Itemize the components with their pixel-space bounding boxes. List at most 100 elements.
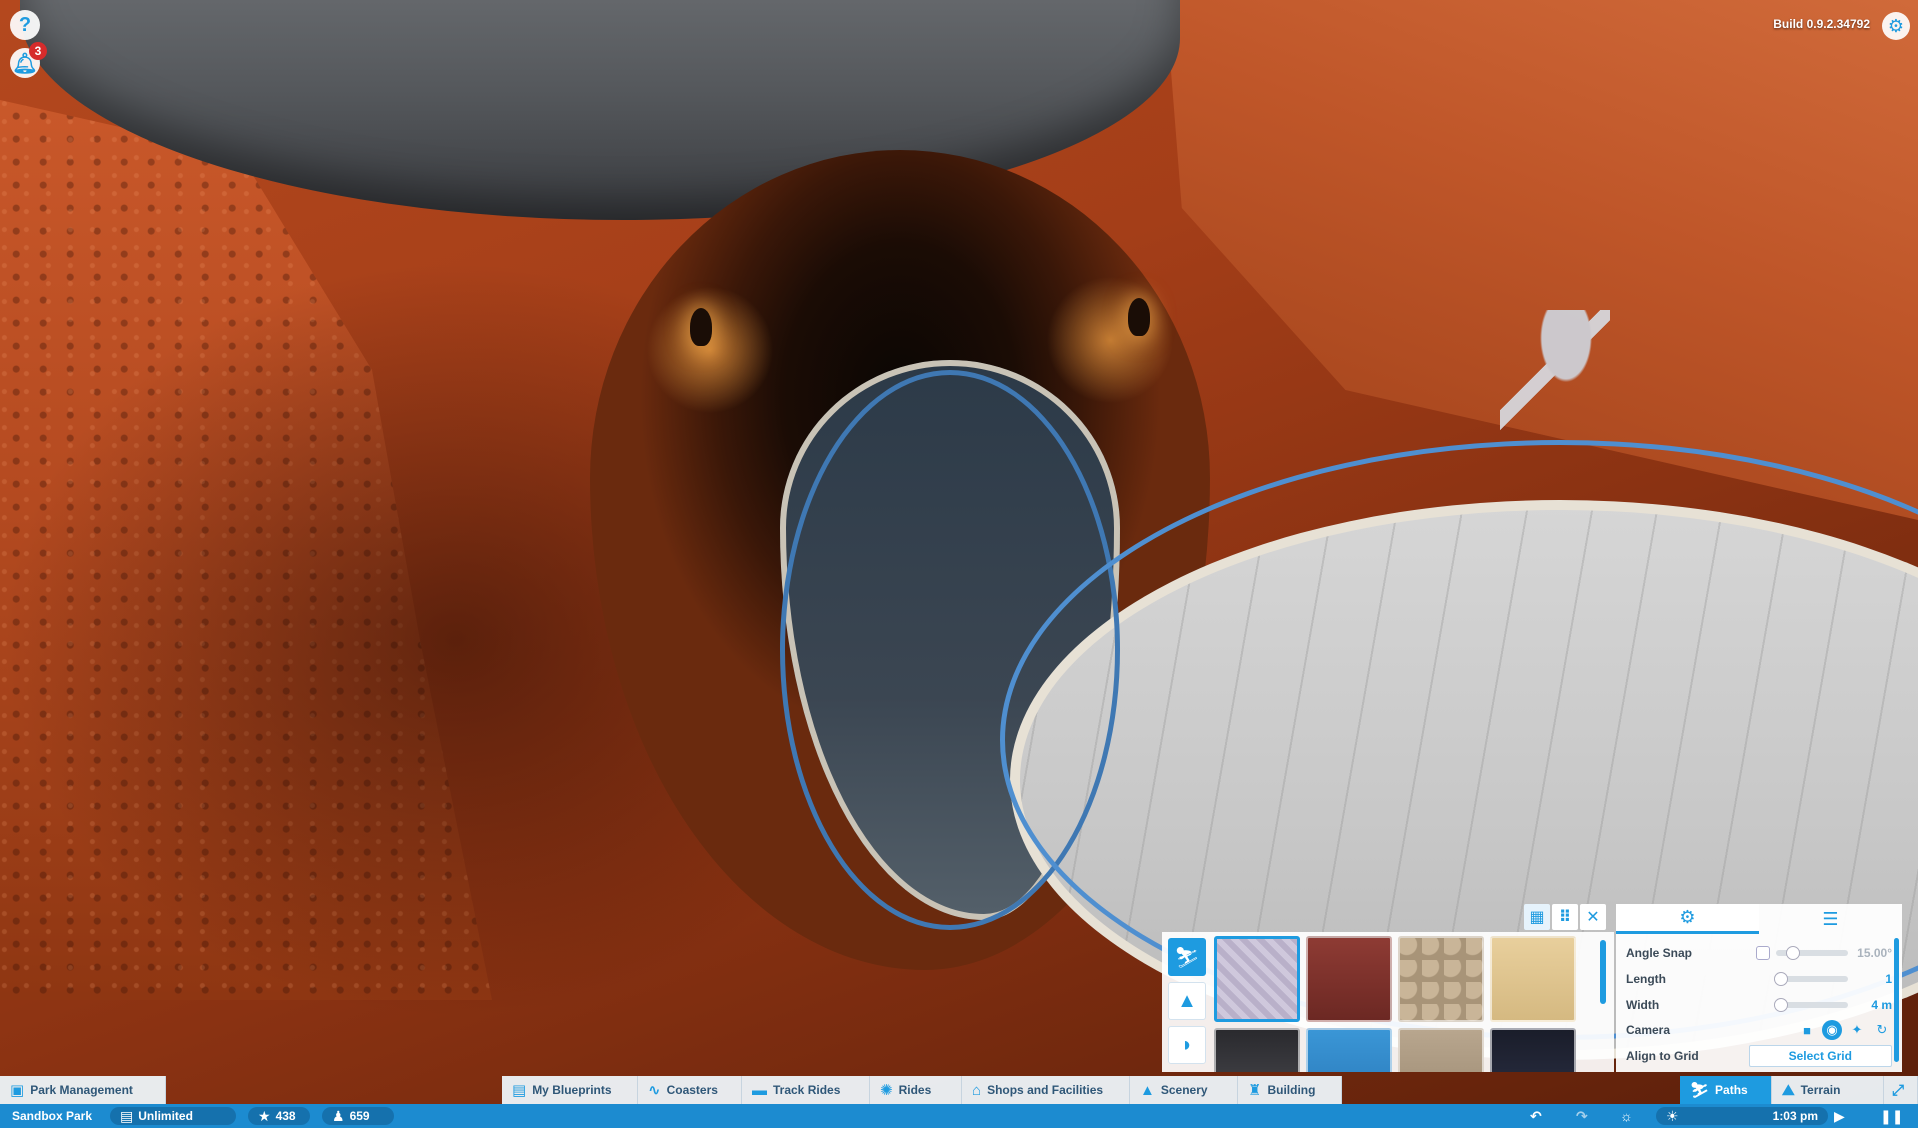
camera-row: Camera ■ ◉ ✦ ↻ xyxy=(1626,1019,1892,1041)
park-management-label: Park Management xyxy=(30,1083,133,1097)
settings-scrollbar[interactable] xyxy=(1894,938,1899,1062)
swatch-scrollbar[interactable] xyxy=(1600,940,1606,1004)
clipboard-icon: ▣ xyxy=(10,1082,25,1099)
rides-button[interactable]: ✺ Rides xyxy=(870,1076,962,1104)
day-night-toggle[interactable]: ☼ xyxy=(1620,1104,1633,1128)
path-walker-icon: ⛷ xyxy=(1690,1082,1710,1099)
train-icon: ▬ xyxy=(752,1081,767,1099)
mountain-icon: ⛰ xyxy=(1782,1081,1795,1099)
gear-icon: ⚙ xyxy=(1679,907,1696,927)
question-mark-icon: ? xyxy=(18,13,32,36)
pause-button[interactable]: ❚❚ xyxy=(1880,1104,1903,1128)
terrain-button[interactable]: ⛰ Terrain xyxy=(1772,1076,1884,1104)
camera-label: Camera xyxy=(1626,1023,1671,1037)
grid-large-icon: ▦ xyxy=(1529,909,1545,926)
tab-list[interactable]: ☰ xyxy=(1759,904,1902,934)
length-slider[interactable] xyxy=(1774,972,1848,986)
tab-settings[interactable]: ⚙ xyxy=(1616,904,1759,934)
category-paths-button[interactable]: ⛷ xyxy=(1168,938,1206,976)
swatch-lavender-tile[interactable] xyxy=(1214,936,1300,1022)
swatch-blue-water[interactable] xyxy=(1306,1028,1392,1072)
staff-path-icon: ◗ xyxy=(1180,1033,1194,1056)
slider-knob[interactable] xyxy=(1774,972,1788,986)
small-grid-view-button[interactable]: ⠿ xyxy=(1552,904,1578,930)
swatch-cobblestone[interactable] xyxy=(1398,936,1484,1022)
torch-left xyxy=(690,308,712,346)
track-rides-label: Track Rides xyxy=(773,1083,841,1097)
coasters-button[interactable]: ∿ Coasters xyxy=(638,1076,742,1104)
path-walker-icon: ⛷ xyxy=(1174,946,1200,969)
category-staff-path-button[interactable]: ◗ xyxy=(1168,1026,1206,1064)
slider-knob[interactable] xyxy=(1786,946,1800,960)
terrain-label: Terrain xyxy=(1800,1083,1841,1097)
close-panel-button[interactable]: ✕ xyxy=(1580,904,1606,930)
swatch-tan-stone[interactable] xyxy=(1398,1028,1484,1072)
swatch-dark-asphalt[interactable] xyxy=(1214,1028,1300,1072)
sun-moon-icon: ☼ xyxy=(1620,1108,1633,1124)
width-value: 4 m xyxy=(1871,998,1892,1012)
align-grid-label: Align to Grid xyxy=(1626,1049,1699,1063)
scenery-button[interactable]: ▲ Scenery xyxy=(1130,1076,1238,1104)
pause-icon: ❚❚ xyxy=(1880,1107,1904,1124)
play-icon: ▶ xyxy=(1834,1107,1845,1124)
select-grid-button[interactable]: Select Grid xyxy=(1748,1045,1892,1067)
notification-count-badge: 3 xyxy=(29,42,47,60)
settings-button[interactable]: ⚙ xyxy=(1882,12,1910,40)
my-blueprints-button[interactable]: ▤ My Blueprints xyxy=(502,1076,638,1104)
guest-count-display[interactable]: ♟ 659 xyxy=(322,1107,394,1125)
camera-free-icon[interactable]: ✦ xyxy=(1847,1020,1867,1040)
angle-snap-label: Angle Snap xyxy=(1626,946,1693,960)
park-management-button[interactable]: ▣ Park Management xyxy=(0,1076,166,1104)
building-button[interactable]: ♜ Building xyxy=(1238,1076,1342,1104)
swatch-sand[interactable] xyxy=(1490,936,1576,1022)
park-name-label: Sandbox Park xyxy=(12,1109,93,1123)
tree-icon: ▲ xyxy=(1177,989,1197,1012)
rides-label: Rides xyxy=(898,1083,932,1097)
paths-button[interactable]: ⛷ Paths xyxy=(1680,1076,1772,1104)
building-label: Building xyxy=(1267,1083,1316,1097)
swatch-space-dark[interactable] xyxy=(1490,1028,1576,1072)
play-button[interactable]: ▶ xyxy=(1834,1104,1845,1128)
width-slider[interactable] xyxy=(1774,998,1848,1012)
expand-icon: ⤢ xyxy=(1892,1081,1905,1099)
shops-label: Shops and Facilities xyxy=(987,1083,1104,1097)
category-queue-button[interactable]: ▲ xyxy=(1168,982,1206,1020)
list-icon: ☰ xyxy=(1822,908,1839,929)
rating-value: 438 xyxy=(275,1109,296,1123)
swatch-red-concrete[interactable] xyxy=(1306,936,1392,1022)
park-name[interactable]: Sandbox Park xyxy=(12,1104,92,1128)
video-camera-icon[interactable]: ■ xyxy=(1797,1020,1817,1040)
guests-value: 659 xyxy=(349,1109,370,1123)
time-display[interactable]: ☀ 1:03 pm xyxy=(1656,1107,1828,1125)
angle-snap-row: Angle Snap 15.00° xyxy=(1626,942,1892,964)
angle-snap-checkbox[interactable] xyxy=(1756,946,1770,960)
length-value: 1 xyxy=(1885,972,1892,986)
status-bar: Sandbox Park ▤ Unlimited ★ 438 ♟ 659 ↶ ↷… xyxy=(0,1104,1918,1128)
coaster-icon: ∿ xyxy=(648,1082,661,1099)
shops-facilities-button[interactable]: ⌂ Shops and Facilities xyxy=(962,1076,1130,1104)
path-material-panel: ⛷ ▲ ◗ xyxy=(1162,932,1614,1072)
angle-snap-slider[interactable] xyxy=(1776,946,1848,960)
park-rating-display[interactable]: ★ 438 xyxy=(248,1107,310,1125)
scenery-label: Scenery xyxy=(1160,1083,1208,1097)
undo-button[interactable]: ↶ xyxy=(1530,1104,1542,1128)
length-row: Length 1 xyxy=(1626,968,1892,990)
width-row: Width 4 m xyxy=(1626,994,1892,1016)
redo-button[interactable]: ↷ xyxy=(1576,1104,1588,1128)
slider-knob[interactable] xyxy=(1774,998,1788,1012)
track-rides-button[interactable]: ▬ Track Rides xyxy=(742,1076,870,1104)
camera-orbit-icon[interactable]: ↻ xyxy=(1872,1020,1892,1040)
help-button[interactable]: ? xyxy=(10,10,40,40)
redo-icon: ↷ xyxy=(1576,1107,1588,1124)
path-settings-panel: ⚙ ☰ Angle Snap 15.00° Length 1 Width 4 m… xyxy=(1616,904,1902,1072)
wallet-icon: ▤ xyxy=(120,1107,134,1124)
coasters-label: Coasters xyxy=(666,1083,718,1097)
expand-toolbar-button[interactable]: ⤢ xyxy=(1884,1076,1918,1104)
large-grid-view-button[interactable]: ▦ xyxy=(1524,904,1550,930)
blueprint-icon: ▤ xyxy=(512,1082,527,1099)
panel-header-controls: ▦ ⠿ ✕ xyxy=(1524,904,1606,930)
camera-follow-icon[interactable]: ◉ xyxy=(1822,1020,1842,1040)
money-display[interactable]: ▤ Unlimited xyxy=(110,1107,236,1125)
star-icon: ★ xyxy=(258,1107,271,1124)
my-blueprints-label: My Blueprints xyxy=(532,1083,612,1097)
